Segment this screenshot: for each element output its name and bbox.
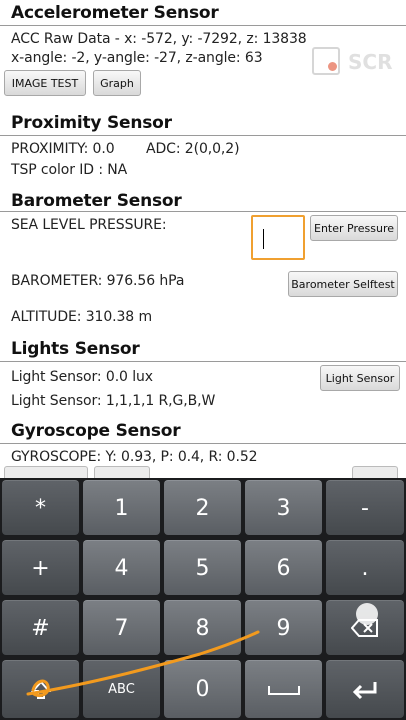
light-lux-value: Light Sensor: 0.0 lux xyxy=(11,369,153,385)
key-1[interactable]: 1 xyxy=(83,480,160,535)
text-cursor xyxy=(263,229,264,249)
backspace-icon xyxy=(351,619,378,637)
enter-icon xyxy=(352,681,377,699)
numeric-keyboard: * 1 2 3 - + 4 5 6 . # 7 8 9 ABC 0 xyxy=(0,478,406,720)
key-3[interactable]: 3 xyxy=(245,480,322,535)
key-7[interactable]: 7 xyxy=(83,600,160,655)
image-test-button[interactable]: IMAGE TEST xyxy=(4,70,86,96)
section-divider xyxy=(0,443,406,444)
section-divider xyxy=(0,135,406,136)
section-divider xyxy=(0,361,406,362)
key-8[interactable]: 8 xyxy=(164,600,241,655)
abc-label: ABC xyxy=(108,682,135,697)
key-period[interactable]: . xyxy=(326,540,404,595)
key-minus[interactable]: - xyxy=(326,480,404,535)
tsp-color-id: TSP color ID : NA xyxy=(11,162,128,178)
sensor-test-screen: Accelerometer Sensor ACC Raw Data - x: -… xyxy=(0,0,406,478)
gyroscope-value: GYROSCOPE: Y: 0.93, P: 0.4, R: 0.52 xyxy=(11,449,258,465)
barometer-title: Barometer Sensor xyxy=(11,191,182,211)
key-space[interactable] xyxy=(245,660,322,718)
key-backspace[interactable] xyxy=(326,600,404,655)
key-0[interactable]: 0 xyxy=(164,660,241,718)
altitude-value: ALTITUDE: 310.38 m xyxy=(11,309,152,325)
section-divider xyxy=(0,211,406,212)
shift-icon xyxy=(30,679,51,699)
key-5[interactable]: 5 xyxy=(164,540,241,595)
section-divider xyxy=(0,25,406,26)
key-enter[interactable] xyxy=(326,660,404,718)
proximity-title: Proximity Sensor xyxy=(11,113,172,133)
light-rgbw-value: Light Sensor: 1,1,1,1 R,G,B,W xyxy=(11,393,216,409)
hidden-button[interactable] xyxy=(94,466,150,478)
lights-title: Lights Sensor xyxy=(11,339,140,359)
key-asterisk[interactable]: * xyxy=(2,480,79,535)
key-abc[interactable]: ABC xyxy=(83,660,160,718)
accelerometer-title: Accelerometer Sensor xyxy=(11,3,219,23)
hidden-button[interactable] xyxy=(4,466,88,478)
acc-angles: x-angle: -2, y-angle: -27, z-angle: 63 xyxy=(11,50,263,66)
hidden-button[interactable] xyxy=(352,466,398,478)
enter-pressure-button[interactable]: Enter Pressure xyxy=(310,215,398,241)
key-6[interactable]: 6 xyxy=(245,540,322,595)
gyroscope-title: Gyroscope Sensor xyxy=(11,421,181,441)
adc-value: ADC: 2(0,0,2) xyxy=(146,141,240,157)
key-plus[interactable]: + xyxy=(2,540,79,595)
proximity-value: PROXIMITY: 0.0 xyxy=(11,141,115,157)
light-sensor-button[interactable]: Light Sensor xyxy=(320,365,400,391)
sea-level-pressure-label: SEA LEVEL PRESSURE: xyxy=(11,217,167,233)
barometer-selftest-button[interactable]: Barometer Selftest xyxy=(288,271,398,297)
key-4[interactable]: 4 xyxy=(83,540,160,595)
acc-raw-data: ACC Raw Data - x: -572, y: -7292, z: 138… xyxy=(11,31,307,47)
graph-button[interactable]: Graph xyxy=(93,70,141,96)
record-icon xyxy=(312,47,340,75)
barometer-value: BAROMETER: 976.56 hPa xyxy=(11,273,185,289)
sea-level-pressure-input[interactable] xyxy=(251,215,305,260)
space-icon xyxy=(267,685,300,695)
key-hash[interactable]: # xyxy=(2,600,79,655)
key-2[interactable]: 2 xyxy=(164,480,241,535)
key-shift[interactable] xyxy=(2,660,79,718)
screen-recorder-watermark: SCR xyxy=(308,44,398,80)
key-9[interactable]: 9 xyxy=(245,600,322,655)
